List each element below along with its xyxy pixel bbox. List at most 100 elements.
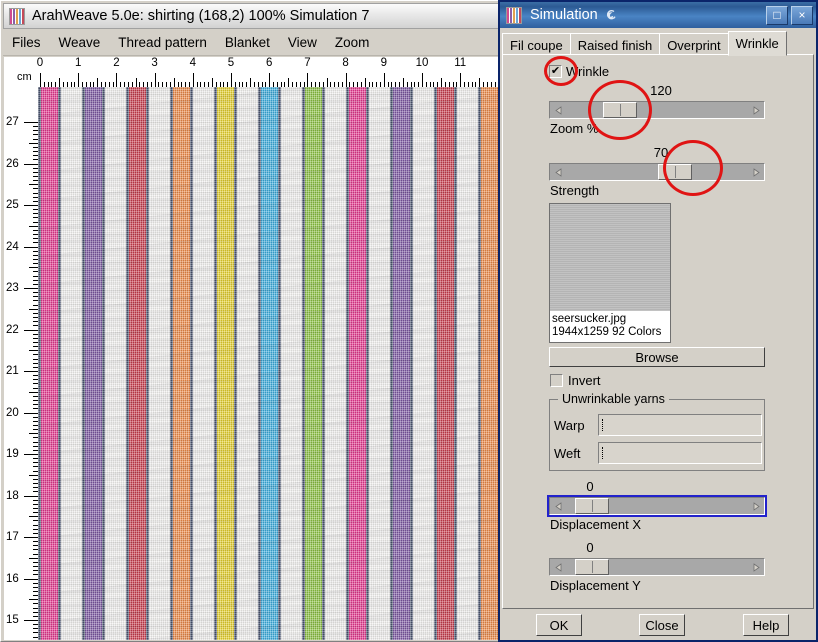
warp-input[interactable] [598,414,762,436]
menu-view[interactable]: View [279,32,326,53]
fabric-stripe [173,87,190,640]
slider-left-arrow-icon[interactable] [550,102,566,118]
ruler-tick-label: 26 [6,157,19,170]
main-titlebar: ArahWeave 5.0e: shirting (168,2) 100% Si… [3,3,505,29]
ruler-tick-minor [211,78,213,87]
slider-left-arrow-icon[interactable] [550,498,566,514]
tab-raised-finish[interactable]: Raised finish [569,33,661,56]
dialog-body: Fil coupe Raised finish Overprint Wrinkl… [500,28,816,640]
ruler-tick-major [24,412,38,414]
help-button[interactable]: Help [743,614,789,636]
fabric-stripe-edge [322,87,325,640]
displacement-x-thumb[interactable] [574,498,609,514]
slider-left-arrow-icon[interactable] [550,559,566,575]
ruler-tick-label: 19 [6,448,19,460]
close-button[interactable]: × [791,5,813,25]
displacement-x-slider[interactable] [547,495,767,517]
main-window: ArahWeave 5.0e: shirting (168,2) 100% Si… [0,0,508,642]
ruler-tick-minor [29,557,38,559]
ruler-tick-minor [402,78,404,87]
ruler-tick-major [24,495,38,497]
slider-left-arrow-icon[interactable] [550,164,566,180]
text-caret [602,419,603,431]
wrinkle-checkbox[interactable]: ✔ [549,65,562,78]
zoom-slider-thumb[interactable] [603,102,637,118]
strength-slider[interactable] [549,163,765,181]
fabric-stripe-edge [234,87,237,640]
invert-checkbox[interactable] [550,374,563,387]
fabric-simulation-view[interactable] [38,87,504,640]
dialog-title: Simulation [530,7,598,23]
fabric-stripe-edge [102,87,105,640]
ruler-tick-major [383,73,385,87]
ruler-tick-label: 24 [6,240,19,253]
ruler-tick-label: 10 [415,57,429,69]
tab-fil-coupe[interactable]: Fil coupe [502,33,571,56]
slider-right-arrow-icon[interactable] [748,164,764,180]
fabric-stripe [85,87,102,640]
preview-info: 1944x1259 92 Colors [552,326,662,338]
fabric-stripe-edge [190,87,193,640]
fabric-stripe-edge [366,87,369,640]
ruler-tick-minor [288,78,290,87]
ruler-tick-minor [29,142,38,144]
close-button-bottom[interactable]: Close [639,614,685,636]
ruler-tick-minor [29,474,38,476]
ok-button[interactable]: OK [536,614,582,636]
ruler-tick-minor [29,599,38,601]
ruler-tick-major [24,454,38,455]
ruler-tick-minor [29,267,38,269]
ruler-tick-major [192,73,194,87]
ruler-tick-label: 20 [6,406,19,419]
displacement-y-thumb[interactable] [574,559,609,575]
invert-checkbox-row[interactable]: Invert [550,373,601,388]
texture-preview[interactable]: seersucker.jpg 1944x1259 92 Colors [549,203,671,343]
strength-slider-thumb[interactable] [657,164,692,180]
weft-label: Weft [554,445,581,461]
ruler-tick-minor [479,78,481,87]
displacement-y-value: 0 [586,540,594,555]
ruler-tick-minor [29,350,38,352]
menu-weave[interactable]: Weave [50,32,110,53]
menu-zoom[interactable]: Zoom [326,32,379,53]
menu-files[interactable]: Files [3,32,50,53]
zoom-slider[interactable] [549,101,765,119]
fabric-stripe [41,87,58,640]
slider-right-arrow-icon[interactable] [748,102,764,118]
tab-overprint[interactable]: Overprint [659,33,729,56]
wrinkle-checkbox-row[interactable]: ✔ Wrinkle [549,64,609,79]
fabric-stripe-edge [278,87,281,640]
displacement-x-label: Displacement X [550,517,642,532]
dialog-titlebar[interactable]: Simulation □ × [500,2,816,28]
tab-wrinkle[interactable]: Wrinkle [727,31,787,56]
displacement-x-value: 0 [586,479,594,494]
fabric-stripe [437,87,454,640]
menubar: Files Weave Thread pattern Blanket View … [3,30,505,56]
browse-button[interactable]: Browse [549,347,765,367]
fabric-stripe [129,87,146,640]
menu-blanket[interactable]: Blanket [216,32,279,53]
weft-row: Weft [554,442,762,464]
ruler-tick-minor [364,78,366,87]
ruler-tick-minor [29,433,38,435]
ruler-tick-label: 21 [6,365,19,377]
slider-right-arrow-icon[interactable] [748,498,764,514]
ruler-tick-minor [59,78,61,87]
ruler-tick-label: 8 [342,57,349,69]
ruler-tick-minor [29,308,38,310]
weft-input[interactable] [598,442,762,464]
ruler-tick-major [24,329,38,331]
ruler-tick-label: 4 [189,57,196,69]
ruler-tick-minor [250,78,252,87]
displacement-y-label: Displacement Y [550,578,641,593]
maximize-button[interactable]: □ [766,5,788,25]
ruler-tick-label: 17 [6,531,19,543]
ruler-tick-label: 9 [380,57,387,69]
warp-label: Warp [554,417,585,433]
ruler-tick-major [24,163,38,165]
ruler-tick-major [24,122,38,123]
fabric-stripe [217,87,234,640]
menu-thread-pattern[interactable]: Thread pattern [109,32,216,53]
slider-right-arrow-icon[interactable] [748,559,764,575]
displacement-y-slider[interactable] [549,558,765,576]
